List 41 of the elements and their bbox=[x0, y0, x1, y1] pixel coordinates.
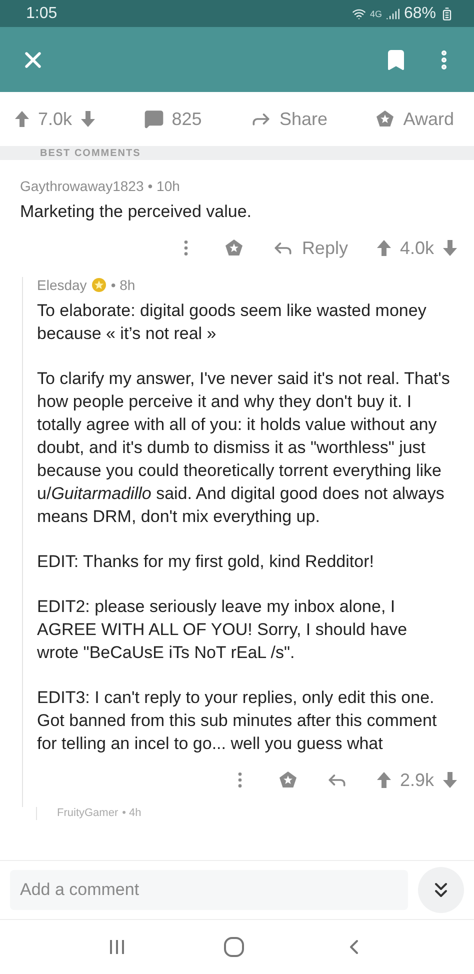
clock: 1:05 bbox=[26, 4, 58, 22]
wifi-icon bbox=[352, 6, 366, 20]
upvote-icon[interactable] bbox=[376, 771, 392, 789]
comment-text: To elaborate: digital goods seem like wasted money because « it’s not real » bbox=[37, 300, 428, 345]
comment-text: To clarify my answer, I've never said it's not real. That's how people perceive it and why they don't buy it. I totally agree with all of you: it holds value without any doubt, and it's dumb to dismiss it as "worthless" just because you could theoretically torrent everything like u/Guitarmadillo said. And digital good does not always means DRM, don't mix everything up. bbox=[37, 368, 451, 528]
comment-icon[interactable] bbox=[144, 109, 164, 129]
comment-author[interactable]: Elesday bbox=[37, 277, 87, 293]
upvote-icon[interactable] bbox=[376, 239, 392, 257]
battery-percent: 68% bbox=[404, 4, 436, 22]
award-icon[interactable] bbox=[224, 238, 244, 258]
battery-icon bbox=[440, 6, 454, 20]
comment-text: EDIT2: please seriously leave my inbox alone, I AGREE WITH ALL OF YOU! Sorry, I should have wrote "BeCaUsE iTs NoT rEaL /s". bbox=[37, 596, 408, 664]
comment-author[interactable]: FruityGamer bbox=[57, 807, 118, 820]
comment-text: EDIT3: I can't reply to your replies, only edit this one. Got banned from this sub minutes after this comment for telling an incel to go... well you guess what bbox=[37, 687, 438, 755]
downvote-icon[interactable] bbox=[442, 771, 458, 789]
comment-field[interactable]: Add a comment bbox=[10, 870, 408, 910]
comment-time: • 8h bbox=[110, 277, 136, 293]
share-link[interactable]: Share bbox=[280, 108, 328, 130]
award-link[interactable]: Award bbox=[403, 108, 454, 130]
award-icon[interactable] bbox=[278, 770, 298, 790]
comment-text: Marketing the perceived value. bbox=[20, 201, 253, 223]
network-label: 4G bbox=[370, 8, 382, 18]
vote-count: 7.0k bbox=[38, 108, 72, 130]
downvote-icon[interactable] bbox=[80, 110, 96, 128]
award-badge-icon bbox=[90, 277, 107, 293]
recent-apps-icon[interactable] bbox=[108, 938, 126, 956]
comment-author[interactable]: Gaythrowaway1823 bbox=[20, 178, 144, 194]
signal-icon bbox=[386, 6, 400, 20]
scroll-down-button[interactable] bbox=[418, 867, 464, 913]
reply-link[interactable]: Reply bbox=[302, 238, 348, 258]
comment-score: 4.0k bbox=[400, 238, 434, 258]
sort-label[interactable]: BEST COMMENTS bbox=[40, 148, 141, 160]
comment-time: • 10h bbox=[148, 178, 180, 194]
comment-count[interactable]: 825 bbox=[172, 108, 202, 130]
downvote-icon[interactable] bbox=[442, 239, 458, 257]
comment-score: 2.9k bbox=[400, 770, 434, 790]
award-icon[interactable] bbox=[375, 109, 396, 129]
comment-text: EDIT: Thanks for my first gold, kind Redditor! bbox=[37, 551, 375, 573]
home-icon[interactable] bbox=[222, 937, 245, 957]
upvote-icon[interactable] bbox=[14, 110, 30, 128]
comment-time: • 4h bbox=[122, 807, 142, 820]
